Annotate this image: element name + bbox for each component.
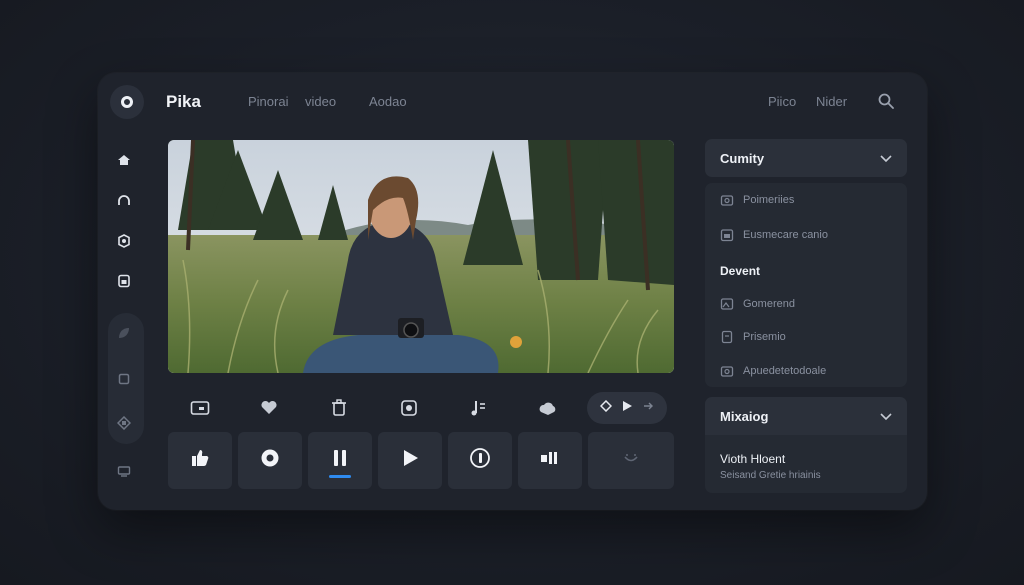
list-item-apuedetetodoale[interactable]: Apuedetetodoale [720,363,826,379]
nav-item-piico[interactable]: Piico [768,94,796,109]
forward-icon[interactable] [643,399,654,417]
music-icon[interactable] [469,398,489,418]
square-icon[interactable] [115,370,133,388]
picture-icon [720,297,734,311]
like-button[interactable] [168,432,232,489]
info-title: Vioth Hloent [720,452,786,466]
nav-item-nider[interactable]: Nider [816,94,847,109]
nav-item-aodao[interactable]: Aodao [369,94,407,109]
pause-icon [331,448,349,473]
nav-item-pinorai[interactable]: Pinorai [248,94,288,109]
bars-button[interactable] [518,432,582,489]
list-item-gomerend[interactable]: Gomerend [720,296,795,312]
play-icon [401,448,419,473]
target-icon [260,448,280,473]
layers-icon[interactable] [115,272,133,290]
leaf-icon[interactable] [115,324,133,342]
gallery-icon [720,364,734,378]
list-item-prisemio[interactable]: Prisemio [720,329,786,345]
record-icon[interactable] [399,398,419,418]
replay-button[interactable] [448,432,512,489]
video-player[interactable] [168,140,674,373]
playback-pill[interactable] [587,392,667,424]
screen-icon[interactable] [115,462,133,480]
section-heading: Devent [720,264,761,278]
camera-icon [720,193,734,207]
target-button[interactable] [238,432,302,489]
info-subtitle: Seisand Gretie hriainis [720,470,821,481]
play-icon[interactable] [622,399,633,417]
options-panel: Poimeriies Eusmecare canio Devent Gomere… [705,183,907,387]
active-indicator [329,475,351,478]
app-title: Pika [166,92,201,111]
bars-icon [540,450,560,471]
smile-icon [622,452,640,470]
play-button[interactable] [378,432,442,489]
app-logo[interactable] [110,85,144,119]
dropdown-mixaiog[interactable]: Mixaiog [705,397,907,435]
document-icon [720,330,734,344]
nav-item-video[interactable]: video [305,94,336,109]
dropdown-cumity[interactable]: Cumity [705,139,907,177]
replay-icon [469,447,491,474]
toolbar [168,389,674,427]
heart-icon[interactable] [259,398,279,418]
thumbs-up-icon [190,448,210,473]
trash-icon[interactable] [329,398,349,418]
dropdown-label: Mixaiog [720,409,769,424]
list-item-poimeriies[interactable]: Poimeriies [720,192,794,208]
dropdown-label: Cumity [720,151,765,166]
video-frame-image [168,140,674,373]
pause-button[interactable] [308,432,372,489]
chevron-down-icon [879,409,893,423]
chevron-down-icon [879,151,893,165]
list-item-eusmecare[interactable]: Eusmecare canio [720,227,828,243]
app-window: Pika Pinorai video Aodao Piico Nider Cum… [98,73,927,510]
smile-button[interactable] [588,432,674,489]
shapes-icon[interactable] [115,414,133,432]
search-icon[interactable] [877,92,895,110]
cloud-icon[interactable] [538,398,558,418]
info-panel: Vioth Hloent Seisand Gretie hriainis [705,435,907,493]
diamond-icon[interactable] [599,399,613,417]
headphones-icon[interactable] [115,192,133,210]
badge-icon[interactable] [115,232,133,250]
camera-icon[interactable] [190,398,210,418]
calendar-icon [720,228,734,242]
home-icon[interactable] [115,151,133,169]
